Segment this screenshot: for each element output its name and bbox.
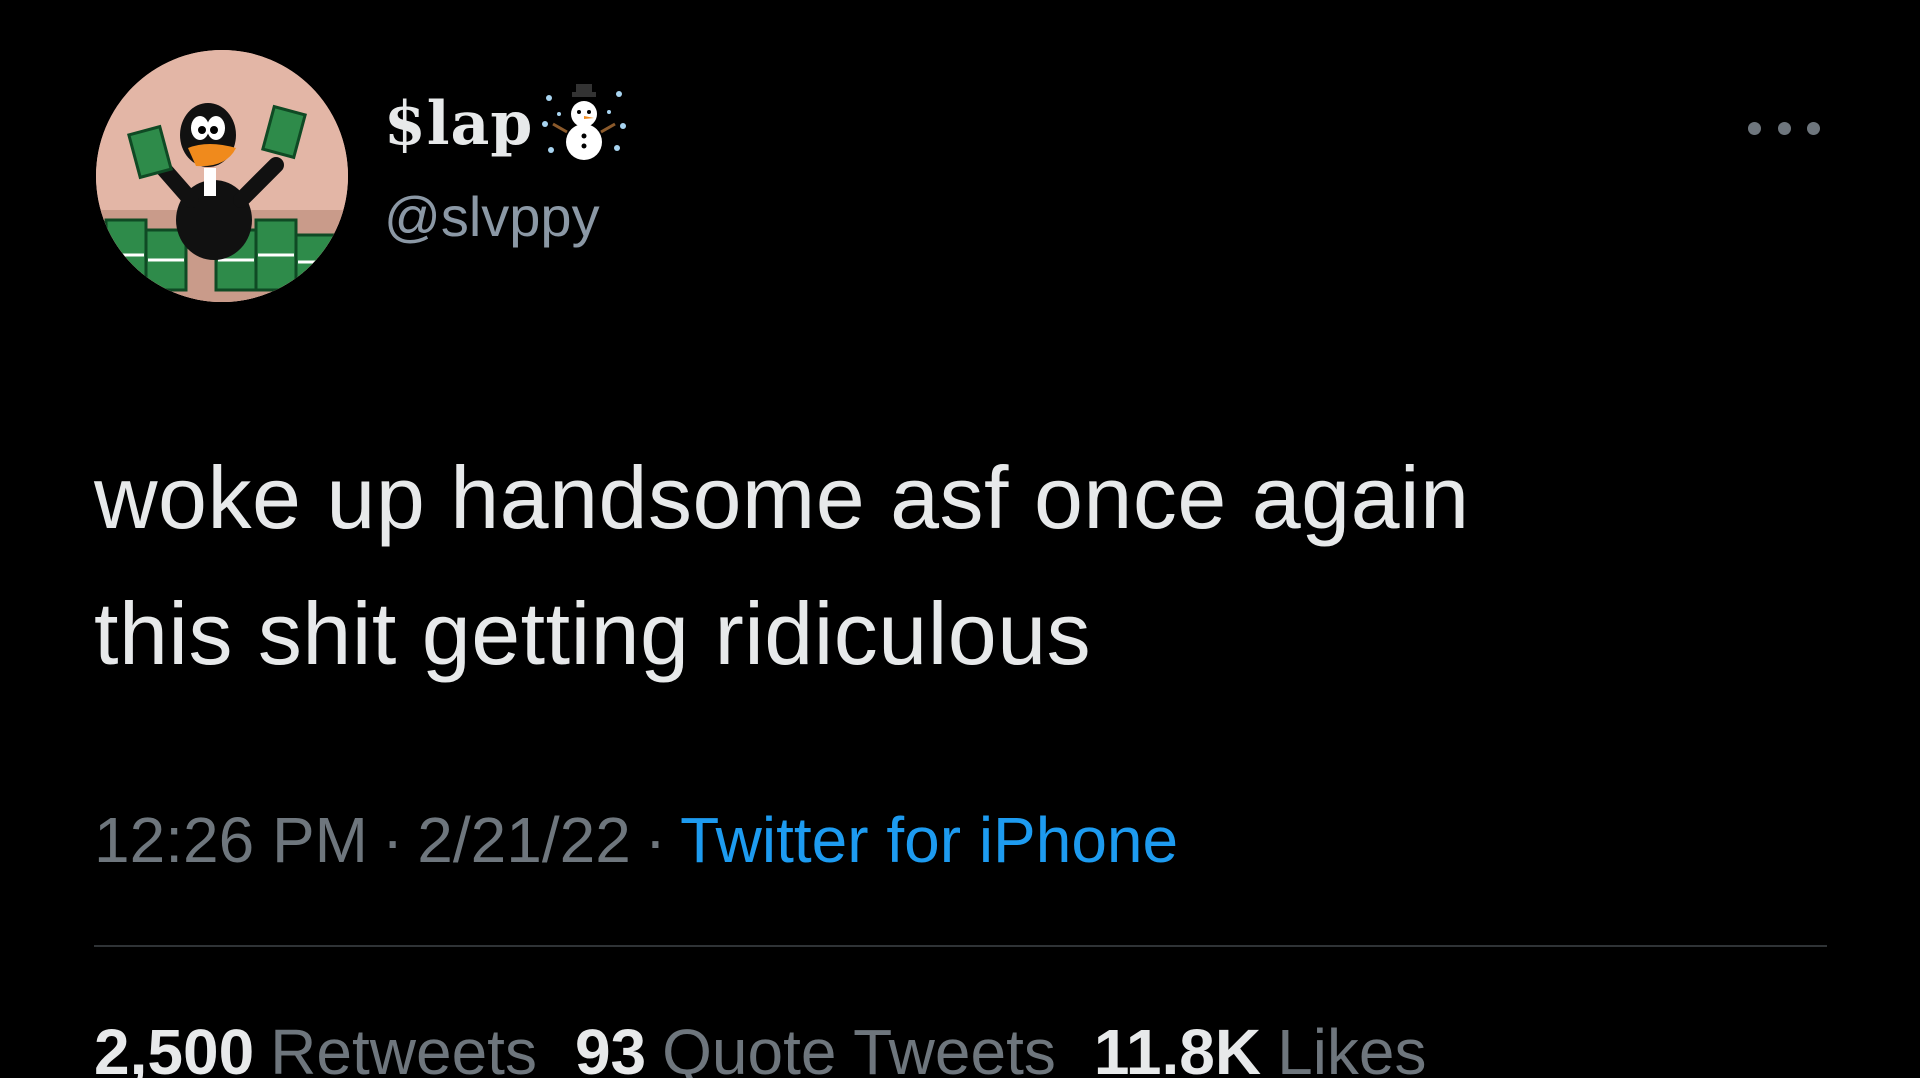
more-options-button[interactable] bbox=[1748, 112, 1820, 144]
likes-stat[interactable]: 11.8K Likes bbox=[1094, 1012, 1427, 1078]
user-handle[interactable]: @slvppy bbox=[384, 185, 600, 249]
tweet-text-line: woke up handsome asf once again bbox=[94, 448, 1470, 547]
likes-count: 11.8K bbox=[1093, 1016, 1262, 1078]
tweet-text: woke up handsome asf once again this shi… bbox=[94, 430, 1794, 702]
tweet-meta: 12:26 PM · 2/21/22 · Twitter for iPhone bbox=[94, 800, 1178, 880]
more-dot-icon bbox=[1777, 121, 1791, 135]
quote-tweets-stat[interactable]: 93 Quote Tweets bbox=[575, 1012, 1056, 1078]
quote-tweets-label: Quote Tweets bbox=[662, 1016, 1056, 1078]
display-name-text: $lap bbox=[384, 89, 534, 159]
tweet-source-link[interactable]: Twitter for iPhone bbox=[680, 804, 1178, 876]
retweets-count: 2,500 bbox=[94, 1016, 255, 1078]
tweet-stats: 2,500 Retweets 93 Quote Tweets 11.8K Likes bbox=[94, 1012, 1465, 1078]
avatar[interactable] bbox=[96, 50, 348, 302]
meta-separator: · bbox=[381, 804, 404, 876]
tweet-detail: $lap @slvppy woke up handsome asf once a… bbox=[0, 0, 1920, 1078]
more-dot-icon bbox=[1748, 121, 1761, 135]
divider bbox=[94, 945, 1827, 947]
tweet-text-line: this shit getting ridiculous bbox=[94, 584, 1092, 683]
tweet-date[interactable]: 2/21/22 bbox=[417, 804, 631, 876]
retweets-stat[interactable]: 2,500 Retweets bbox=[94, 1012, 537, 1078]
tweet-time[interactable]: 12:26 PM bbox=[94, 804, 368, 876]
retweets-label: Retweets bbox=[270, 1016, 537, 1078]
likes-label: Likes bbox=[1277, 1016, 1427, 1078]
meta-separator: · bbox=[644, 804, 667, 876]
duck-with-money-icon bbox=[96, 50, 348, 302]
snowman-icon bbox=[542, 84, 627, 160]
more-dot-icon bbox=[1807, 121, 1820, 135]
display-name[interactable]: $lap bbox=[384, 84, 629, 164]
quote-tweets-count: 93 bbox=[574, 1016, 647, 1078]
